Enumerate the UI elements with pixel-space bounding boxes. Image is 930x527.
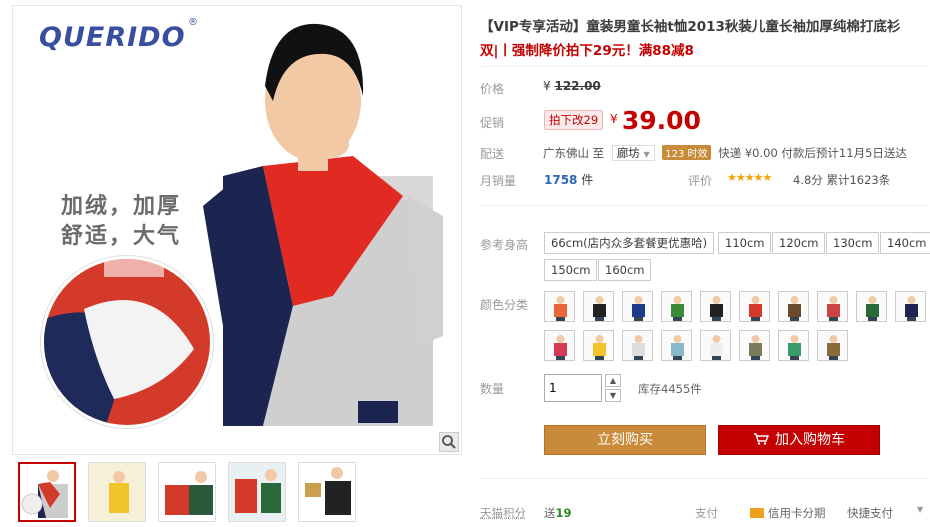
shipping-info: 广东佛山 至 廊坊 ▼ 123 时效 快递 ¥0.00 付款后预计11月5日送达 (543, 145, 907, 161)
points-prefix: 送 (544, 506, 556, 520)
model-boy-image (203, 6, 443, 455)
product-title: 【VIP专享活动】童装男童长袖t恤2013秋装儿童长袖加厚纯棉打底衫 (480, 15, 900, 35)
rating-stars-icon: ★★★★★ (727, 171, 771, 184)
credit-card-icon (750, 508, 764, 518)
color-swatch[interactable] (895, 291, 926, 322)
fabric-closeup-image (41, 256, 213, 428)
rating-summary[interactable]: 4.8分 累计1623条 (793, 172, 890, 188)
promo-badge: 拍下改29 (544, 110, 603, 130)
quick-pay-link[interactable]: 快捷支付 (847, 505, 893, 521)
thumbnail-1[interactable] (18, 462, 76, 522)
size-option-160[interactable]: 160cm (598, 259, 651, 281)
original-price: ¥ 122.00 (543, 79, 601, 93)
color-swatch[interactable] (739, 330, 770, 361)
tmall-points-label[interactable]: 天猫积分 (480, 505, 526, 521)
color-swatch[interactable] (739, 291, 770, 322)
rating-label: 评价 (688, 172, 712, 189)
ship-from: 广东佛山 (543, 146, 589, 160)
sales-count: 1758 (544, 173, 577, 187)
quantity-decrease-icon[interactable]: ▼ (605, 389, 621, 402)
buy-now-button[interactable]: 立刻购买 (544, 425, 706, 455)
color-swatch[interactable] (856, 291, 887, 322)
quantity-increase-icon[interactable]: ▲ (605, 374, 621, 387)
quick-pay-label: 快捷支付 (847, 506, 893, 520)
quantity-input[interactable] (544, 374, 602, 402)
size-option-110[interactable]: 110cm (718, 232, 771, 254)
ship-to-word: 至 (593, 146, 605, 160)
price-label: 价格 (480, 80, 504, 97)
size-option-66[interactable]: 66cm(店内众多套餐更优惠哈) (544, 232, 714, 254)
monthly-sales-label: 月销量 (480, 172, 516, 189)
stock-count: 库存4455件 (638, 381, 702, 397)
color-swatch[interactable] (583, 291, 614, 322)
add-to-cart-label: 加入购物车 (775, 432, 845, 448)
credit-installment-label: 信用卡分期 (768, 506, 826, 520)
color-swatch[interactable] (661, 330, 692, 361)
section-divider (480, 205, 928, 206)
ship-destination-select[interactable]: 廊坊 ▼ (612, 145, 655, 161)
promo-currency: ¥ (610, 112, 618, 126)
color-swatch[interactable] (622, 291, 653, 322)
thumbnail-2[interactable] (88, 462, 146, 522)
color-swatch[interactable] (622, 330, 653, 361)
original-price-value: 122.00 (554, 79, 600, 93)
chevron-down-icon: ▼ (643, 150, 649, 159)
color-swatch[interactable] (661, 291, 692, 322)
size-option-120[interactable]: 120cm (772, 232, 825, 254)
sales-unit: 件 (581, 173, 593, 187)
price-box-divider (480, 66, 928, 67)
product-subtitle: 双|丨强制降价拍下29元！满88减8 (480, 39, 694, 59)
color-swatch[interactable] (778, 291, 809, 322)
zoom-icon[interactable] (439, 432, 459, 452)
points-value: 19 (556, 506, 572, 520)
promo-price-value: 39.00 (622, 106, 701, 135)
footer-divider (480, 478, 928, 479)
slogan-line-1: 加绒，加厚 (61, 192, 181, 222)
main-product-image[interactable]: QUERIDO ® 加绒，加厚 舒适，大气 (12, 5, 462, 455)
color-swatch[interactable] (583, 330, 614, 361)
thumbnail-3[interactable] (158, 462, 216, 522)
color-swatch[interactable] (544, 291, 575, 322)
slogan-line-2: 舒适，大气 (61, 222, 181, 252)
chevron-down-icon[interactable]: ▼ (917, 505, 923, 514)
monthly-sales: 1758 件 (544, 171, 593, 188)
tmall-points: 送19 (544, 505, 572, 521)
size-option-130[interactable]: 130cm (826, 232, 879, 254)
color-swatch[interactable] (817, 330, 848, 361)
image-slogan: 加绒，加厚 舒适，大气 (61, 192, 181, 252)
color-swatch[interactable] (817, 291, 848, 322)
thumbnail-4[interactable] (228, 462, 286, 522)
shipping-label: 配送 (480, 145, 504, 162)
product-info-panel: 【VIP专享活动】童装男童长袖t恤2013秋装儿童长袖加厚纯棉打底衫 双|丨强制… (480, 0, 928, 527)
credit-installment-link[interactable]: 信用卡分期 (750, 505, 826, 521)
delivery-time-badge: 123 时效 (662, 145, 710, 160)
cart-icon (753, 433, 769, 445)
color-swatch[interactable] (700, 330, 731, 361)
size-label: 参考身高 (480, 236, 528, 253)
add-to-cart-button[interactable]: 加入购物车 (718, 425, 880, 455)
ship-destination-value: 廊坊 (617, 146, 640, 160)
promo-price: ¥ 39.00 (610, 106, 701, 135)
payment-label: 支付 (695, 505, 718, 521)
promo-label: 促销 (480, 114, 504, 131)
currency-symbol: ¥ (543, 79, 551, 93)
quantity-label: 数量 (480, 380, 504, 397)
color-label: 颜色分类 (480, 296, 528, 313)
thumbnail-5[interactable] (298, 462, 356, 522)
color-swatch[interactable] (544, 330, 575, 361)
size-option-140[interactable]: 140cm (880, 232, 930, 254)
registered-mark: ® (188, 17, 198, 28)
brand-logo: QUERIDO (39, 22, 186, 53)
color-swatch[interactable] (700, 291, 731, 322)
shipping-detail: 快递 ¥0.00 付款后预计11月5日送达 (718, 146, 907, 160)
size-option-150[interactable]: 150cm (544, 259, 597, 281)
color-swatch[interactable] (778, 330, 809, 361)
